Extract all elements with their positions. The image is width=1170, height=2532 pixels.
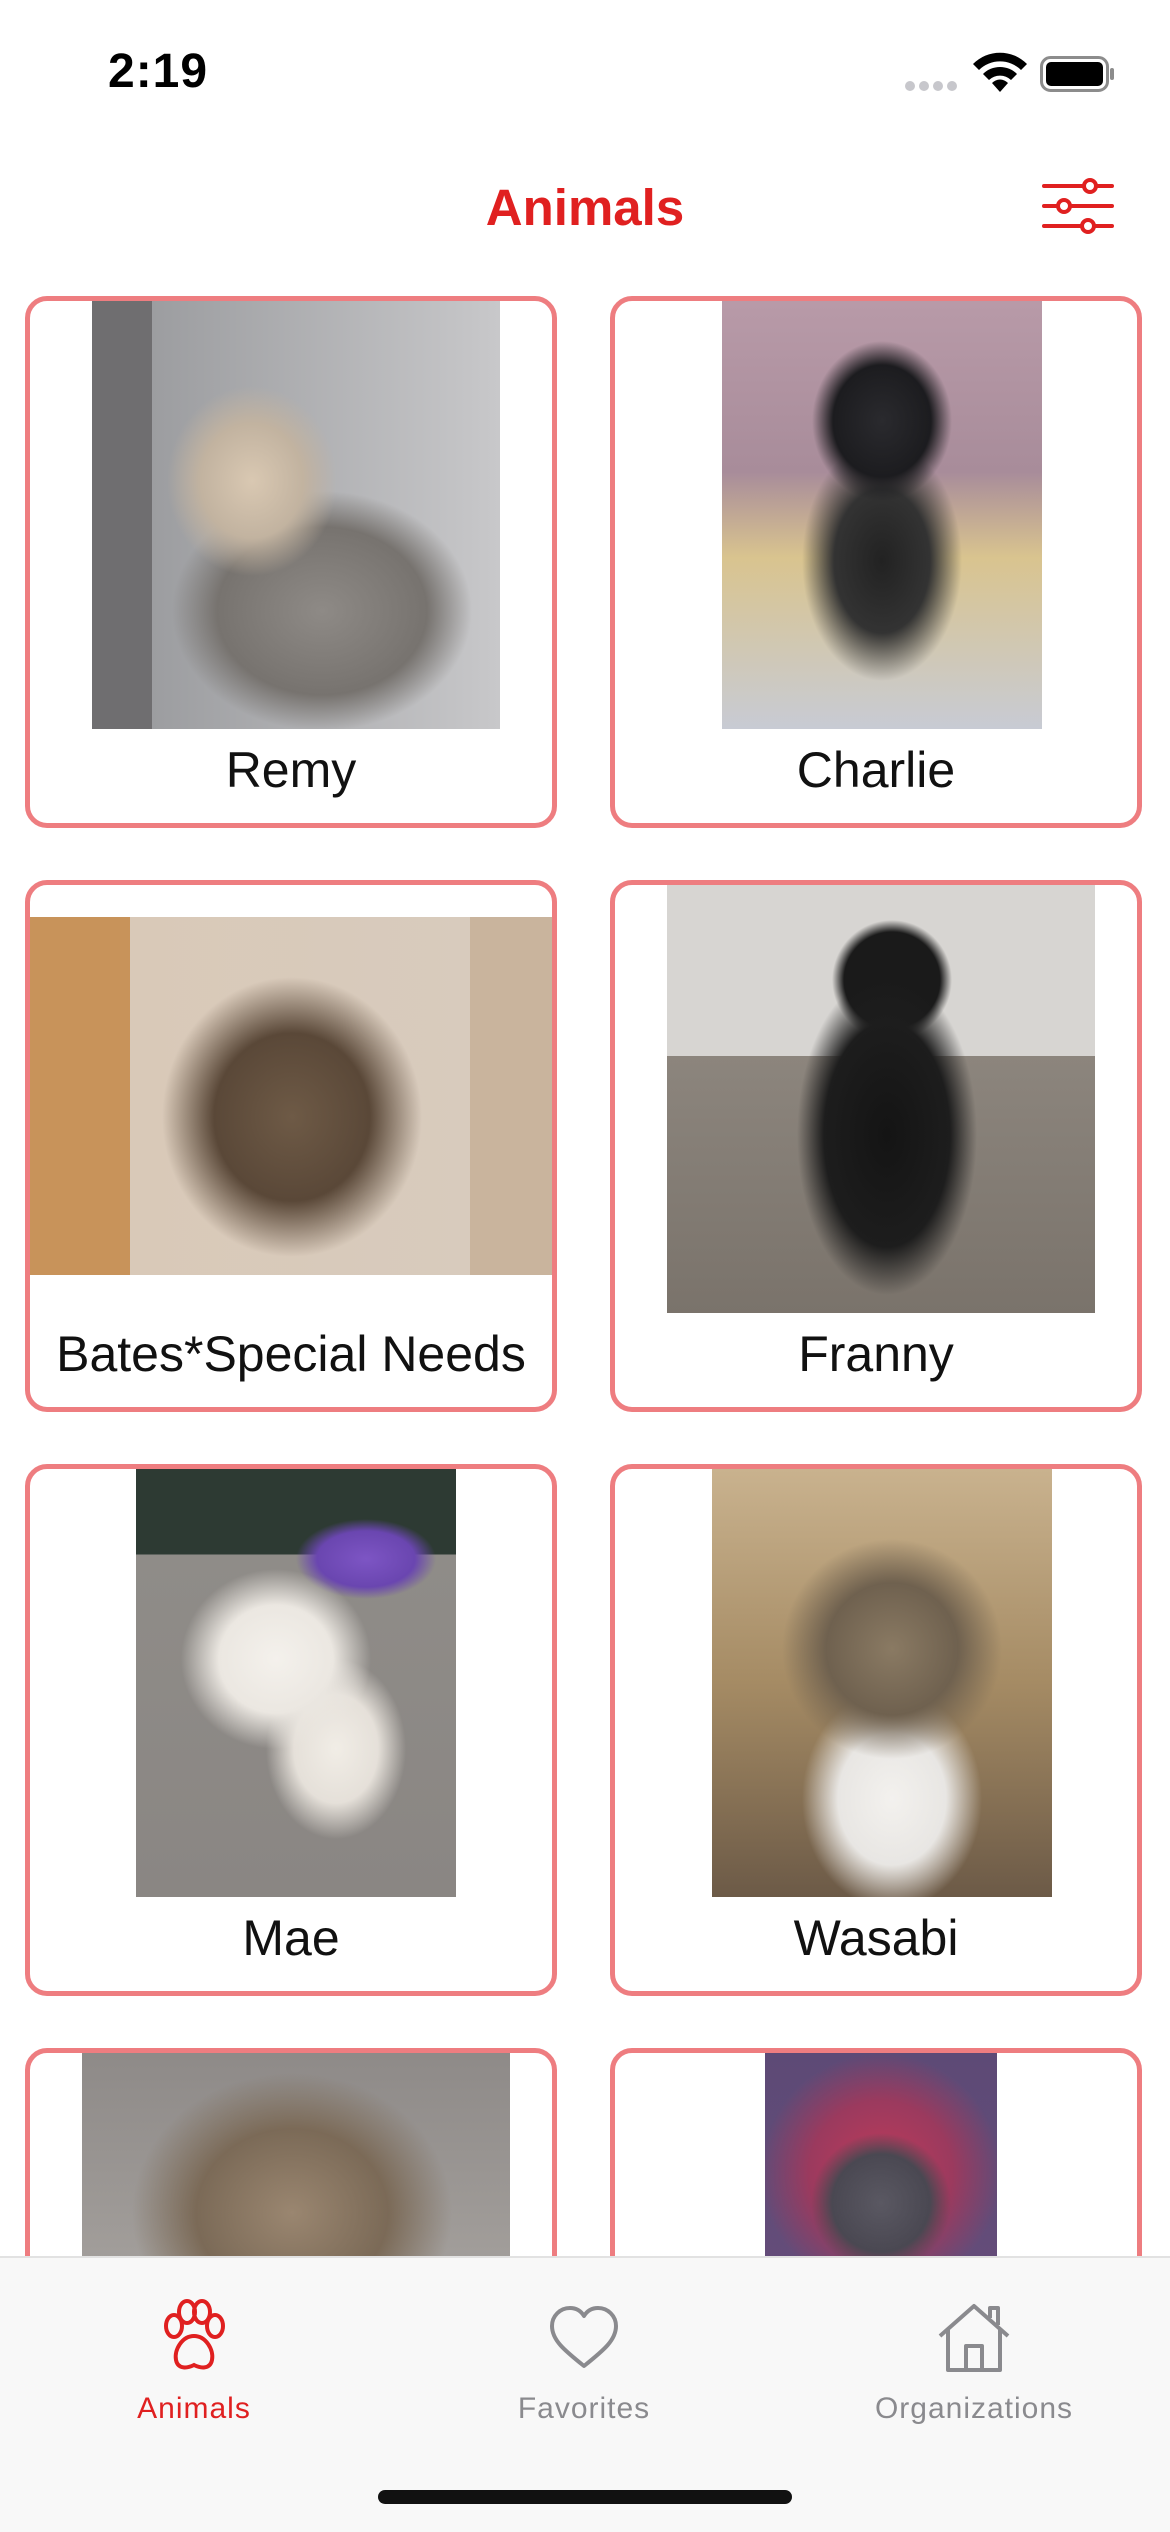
- page-title: Animals: [485, 179, 685, 236]
- animal-card[interactable]: Mae: [25, 1464, 557, 1996]
- animal-photo: [30, 917, 552, 1275]
- animal-photo: [136, 1469, 456, 1897]
- house-icon: [938, 2304, 1010, 2372]
- wifi-icon: [973, 52, 1027, 92]
- animal-name: Remy: [225, 742, 357, 798]
- animal-card[interactable]: Charlie: [610, 296, 1142, 828]
- animal-name: Franny: [798, 1326, 954, 1382]
- animal-name: Wasabi: [793, 1910, 959, 1966]
- animal-photo: [92, 301, 500, 729]
- animals-grid: Remy Charlie Bates*Special Needs Franny …: [0, 296, 1170, 2256]
- paw-icon: [164, 2299, 225, 2370]
- tab-favorites[interactable]: Favorites: [434, 2298, 734, 2438]
- animal-card[interactable]: Wasabi: [610, 1464, 1142, 1996]
- home-indicator: [378, 2490, 792, 2504]
- navigation-bar: Animals: [0, 150, 1170, 266]
- animal-card[interactable]: Remy: [25, 296, 557, 828]
- cellular-signal-icon: [905, 81, 957, 91]
- sliders-icon: [1042, 178, 1114, 234]
- tab-label: Animals: [137, 2392, 251, 2425]
- animal-photo: [82, 2053, 510, 2256]
- animal-photo: [667, 885, 1095, 1313]
- animal-card[interactable]: Bates*Special Needs: [25, 880, 557, 1412]
- filter-button[interactable]: [1040, 174, 1116, 238]
- animal-name: Mae: [242, 1910, 340, 1966]
- tab-organizations[interactable]: Organizations: [824, 2298, 1124, 2438]
- tab-label: Favorites: [517, 2392, 651, 2425]
- status-time: 2:19: [108, 45, 209, 98]
- battery-icon: [1040, 56, 1114, 92]
- animal-photo: [765, 2053, 997, 2256]
- animal-photo: [722, 301, 1042, 729]
- tab-animals[interactable]: Animals: [44, 2298, 344, 2438]
- animal-card[interactable]: Franny: [610, 880, 1142, 1412]
- animal-name: Charlie: [796, 742, 956, 798]
- tab-label: Organizations: [874, 2392, 1074, 2425]
- animal-card[interactable]: [25, 2048, 557, 2256]
- animal-name: Bates*Special Needs: [56, 1326, 526, 1382]
- animal-photo: [712, 1469, 1052, 1897]
- heart-icon: [550, 2306, 618, 2368]
- animal-card[interactable]: [610, 2048, 1142, 2256]
- status-bar: 2:19: [0, 0, 1170, 150]
